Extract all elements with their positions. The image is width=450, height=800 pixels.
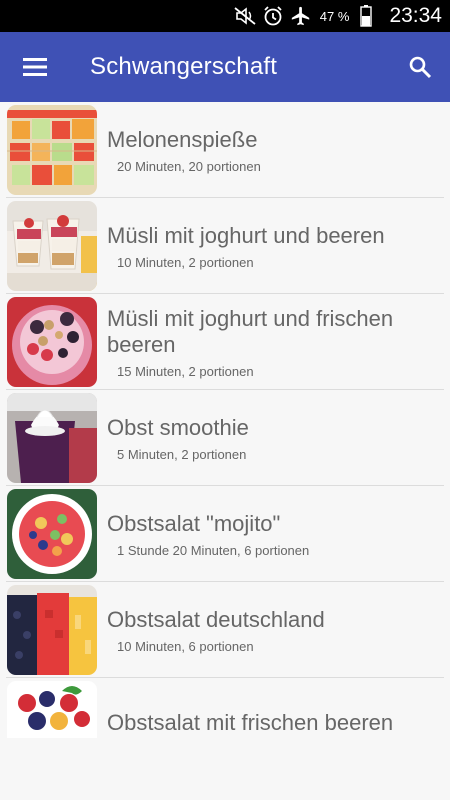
list-item[interactable]: Obstsalat deutschland 10 Minuten, 6 port… [0, 582, 450, 678]
battery-icon [355, 5, 377, 27]
recipe-subtitle: 20 Minuten, 20 portionen [117, 158, 261, 174]
recipe-image-muesli-fresh-berries [7, 297, 97, 387]
battery-percent: 47 % [319, 8, 350, 24]
recipe-subtitle: 1 Stunde 20 Minuten, 6 portionen [117, 542, 310, 558]
recipe-image-fruit-salad-fresh-berries [7, 681, 97, 738]
alarm-icon [262, 5, 284, 27]
recipe-subtitle: 5 Minuten, 2 portionen [117, 446, 247, 462]
recipe-image-fruit-smoothie [7, 393, 97, 483]
recipe-image-melon-skewers [7, 105, 97, 195]
app-title: Schwangerschaft [90, 53, 278, 80]
recipe-image-fruit-salad-germany [7, 585, 97, 675]
list-item[interactable]: Müsli mit joghurt und frischen beeren 15… [0, 294, 450, 390]
list-item[interactable]: Obstsalat "mojito" 1 Stunde 20 Minuten, … [0, 486, 450, 582]
list-item[interactable]: Melonenspieße 20 Minuten, 20 portionen [0, 102, 450, 198]
search-icon [409, 56, 432, 79]
status-bar: 47 % 23:34 [0, 0, 450, 32]
airplane-icon [290, 5, 312, 27]
recipe-list[interactable]: Melonenspieße 20 Minuten, 20 portionen M… [0, 102, 450, 738]
menu-button[interactable] [0, 32, 70, 102]
recipe-title: Obstsalat deutschland [107, 606, 325, 632]
recipe-title: Melonenspieße [107, 126, 258, 152]
recipe-subtitle: 15 Minuten, 2 portionen [117, 363, 254, 379]
recipe-title: Obstsalat mit frischen beeren [107, 710, 394, 735]
recipe-title: Obst smoothie [107, 414, 249, 440]
recipe-title: Obstsalat "mojito" [107, 510, 281, 536]
list-item[interactable]: Obstsalat mit frischen beeren [0, 678, 450, 738]
empty-footer-area [0, 738, 450, 800]
mute-icon [234, 5, 256, 27]
recipe-image-muesli-yogurt-berries [7, 201, 97, 291]
recipe-title: Müsli mit joghurt und frischen beeren [107, 305, 394, 357]
search-button[interactable] [390, 32, 450, 102]
hamburger-menu-icon [23, 58, 47, 76]
recipe-subtitle: 10 Minuten, 2 portionen [117, 254, 254, 270]
app-bar: Schwangerschaft [0, 32, 450, 102]
clock: 23:34 [389, 4, 442, 27]
recipe-title: Müsli mit joghurt und beeren [107, 222, 385, 248]
recipe-subtitle: 10 Minuten, 6 portionen [117, 638, 254, 654]
list-item[interactable]: Müsli mit joghurt und beeren 10 Minuten,… [0, 198, 450, 294]
recipe-image-fruit-salad-mojito [7, 489, 97, 579]
list-item[interactable]: Obst smoothie 5 Minuten, 2 portionen [0, 390, 450, 486]
